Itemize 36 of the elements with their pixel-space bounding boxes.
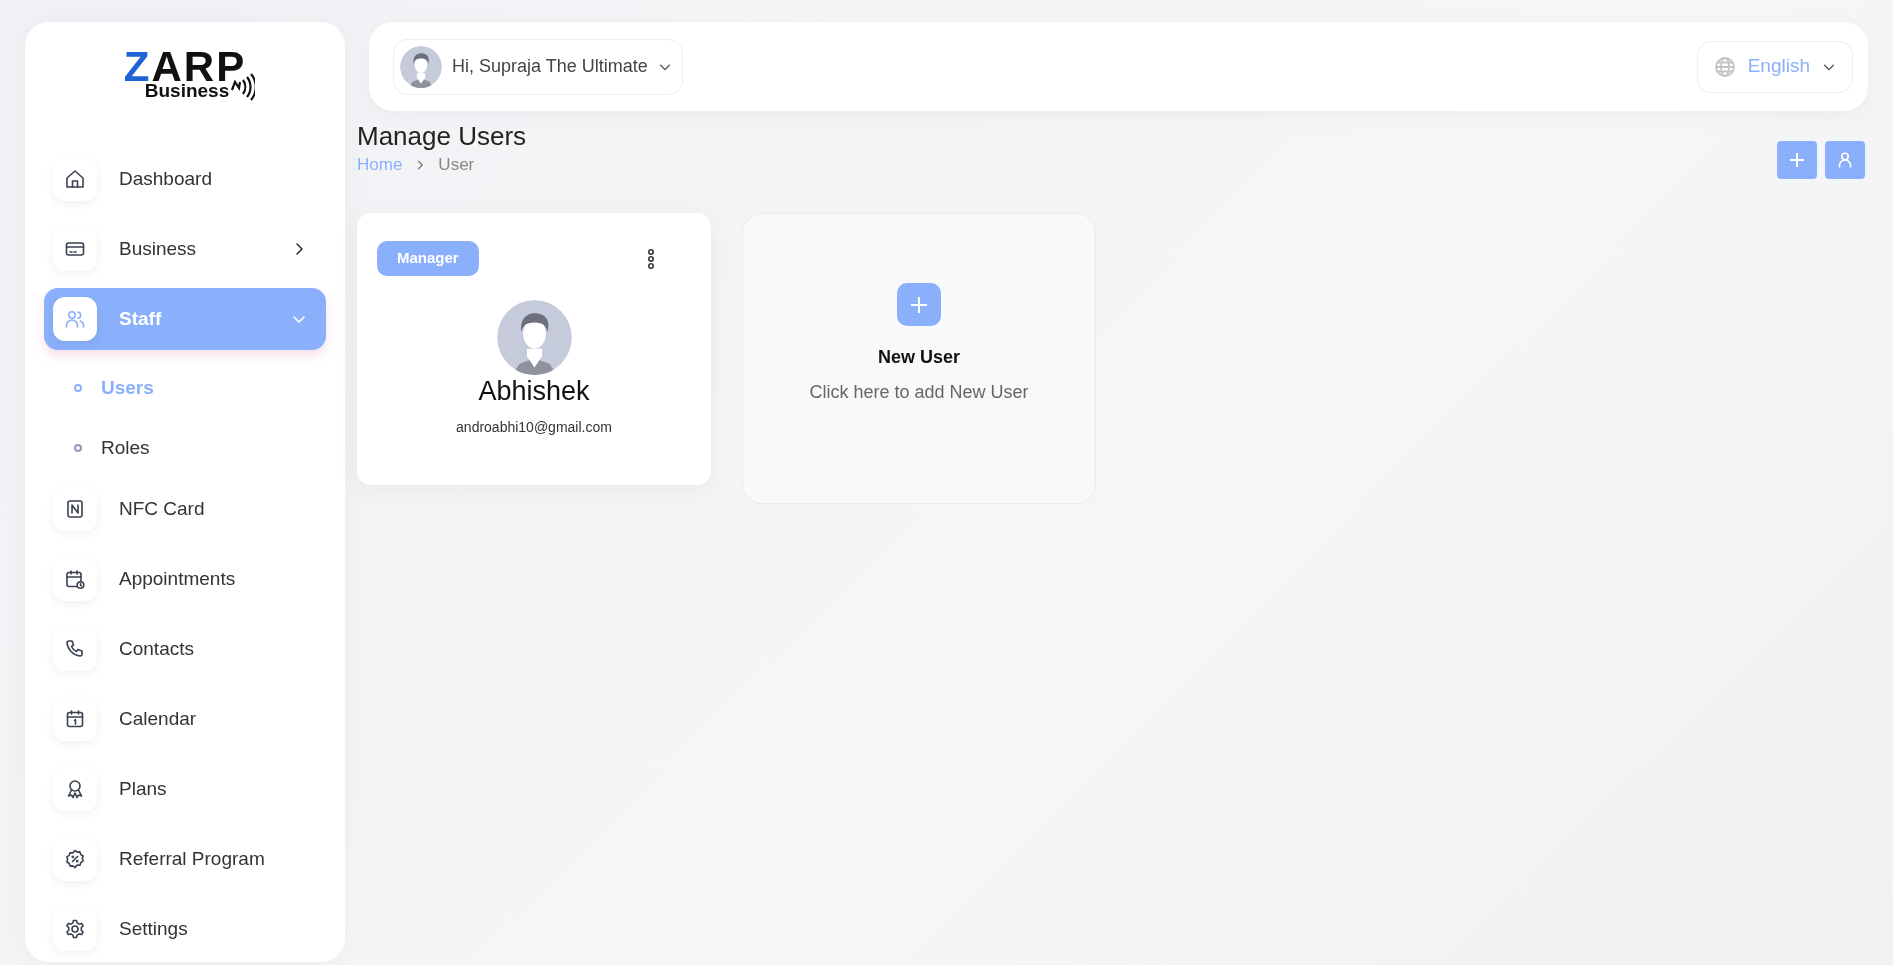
globe-icon [1713,55,1736,78]
new-user-card[interactable]: New User Click here to add New User [742,213,1096,504]
user-button[interactable] [1825,141,1865,179]
sidebar-item[interactable]: Contacts [44,618,326,680]
gear-icon [64,918,86,940]
sidebar-item[interactable]: Settings [44,898,326,960]
add-user-button[interactable] [897,283,941,326]
user-email: androabhi10@gmail.com [456,417,612,437]
sidebar-item[interactable]: Calendar [44,688,326,750]
avatar-silhouette [400,45,442,88]
plus-icon [1789,152,1805,168]
sidebar-item[interactable]: Plans [44,758,326,820]
sidebar-item[interactable]: Dashboard [44,148,326,210]
submenu-item[interactable]: Roles [44,418,326,478]
breadcrumb-current: User [438,154,475,177]
user-name: Abhishek [478,374,590,407]
more-button[interactable] [647,246,655,271]
add-button[interactable] [1777,141,1817,179]
new-user-title: New User [877,346,960,369]
nfc-icon [64,498,86,520]
discount-icon [64,848,86,870]
sidebar-item[interactable]: Business [44,218,326,280]
calendar-clock-icon [64,568,86,590]
page-title: Manage Users [357,121,527,153]
plus-icon [909,294,929,315]
calendar-icon [64,708,86,730]
sidebar-item[interactable]: Referral Program [44,828,326,890]
phone-icon [64,638,86,660]
sidebar-item[interactable]: NFC Card [44,478,326,540]
users-icon [64,308,86,330]
kebab-icon [647,248,655,270]
new-user-hint: Click here to add New User [809,381,1029,404]
user-menu[interactable]: Hi, Supraja The Ultimate [393,38,683,95]
sidebar-item[interactable]: Appointments [44,548,326,610]
person-icon [1838,152,1852,168]
home-icon [64,168,86,190]
